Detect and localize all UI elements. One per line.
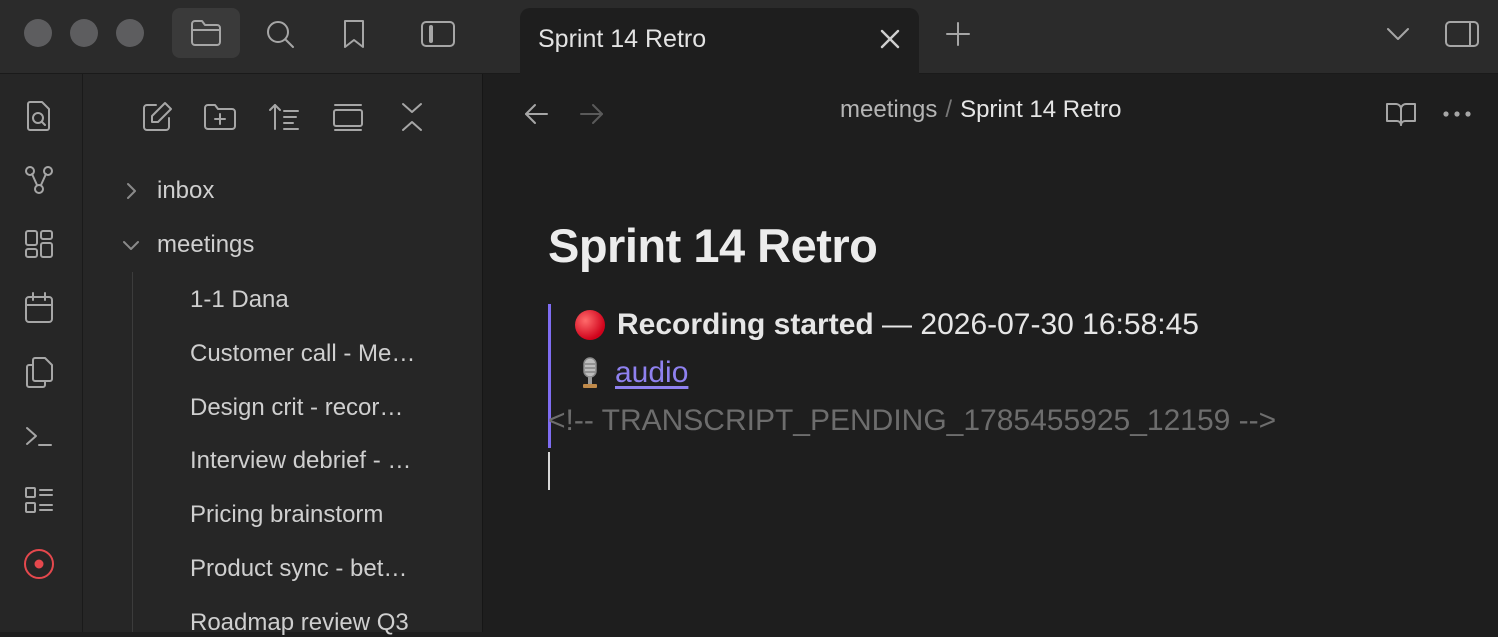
audio-link[interactable]: audio bbox=[615, 356, 688, 390]
record-audio-button[interactable] bbox=[21, 546, 57, 582]
arrow-left-icon bbox=[525, 104, 548, 124]
recording-dash: — bbox=[873, 308, 921, 341]
tree-guide-line bbox=[132, 272, 133, 632]
file-item[interactable]: Roadmap review Q3 bbox=[190, 609, 446, 637]
recording-label: Recording started bbox=[617, 308, 874, 341]
file-explorer: inbox meetings 1-1 Dana Customer call - … bbox=[83, 74, 483, 636]
plus-icon bbox=[946, 22, 970, 46]
new-folder-icon bbox=[204, 104, 236, 130]
ribbon bbox=[0, 74, 83, 632]
search-icon bbox=[267, 21, 294, 48]
collapse-all-button[interactable] bbox=[392, 97, 432, 137]
back-button[interactable] bbox=[518, 96, 554, 132]
title-bar: Sprint 14 Retro bbox=[0, 0, 1498, 74]
record-icon bbox=[24, 549, 54, 579]
collapse-all-icon bbox=[402, 103, 422, 131]
audio-line[interactable]: audio bbox=[575, 356, 688, 390]
folder-icon bbox=[191, 20, 221, 46]
microphone-icon bbox=[575, 356, 605, 390]
tab-sprint-14-retro[interactable]: Sprint 14 Retro bbox=[520, 8, 919, 74]
folder-inbox[interactable]: inbox bbox=[121, 171, 214, 211]
search-file-icon bbox=[27, 101, 50, 131]
red-circle-icon bbox=[575, 310, 605, 340]
graph-icon bbox=[25, 166, 53, 194]
zoom-window-button[interactable] bbox=[116, 19, 144, 47]
new-tab-button[interactable] bbox=[938, 14, 978, 54]
file-item[interactable]: Pricing brainstorm bbox=[190, 501, 446, 529]
collapse-view-icon bbox=[333, 104, 363, 131]
copy-icon bbox=[26, 357, 53, 388]
sort-icon bbox=[269, 104, 299, 130]
graph-view-button[interactable] bbox=[21, 162, 57, 198]
minimize-window-button[interactable] bbox=[70, 19, 98, 47]
breadcrumb-folder[interactable]: meetings bbox=[840, 96, 937, 123]
quick-switcher-button[interactable] bbox=[21, 98, 57, 134]
file-item[interactable]: Interview debrief - … bbox=[190, 447, 446, 475]
bookmark-icon bbox=[344, 20, 364, 48]
close-icon bbox=[880, 29, 900, 49]
chevron-down-icon bbox=[121, 235, 141, 255]
more-options-button[interactable] bbox=[1437, 96, 1477, 132]
calendar-icon bbox=[25, 292, 53, 323]
file-item[interactable]: 1-1 Dana bbox=[190, 286, 446, 314]
text-cursor bbox=[548, 452, 550, 490]
breadcrumb: meetings / Sprint 14 Retro bbox=[840, 96, 1121, 124]
templates-button[interactable] bbox=[21, 354, 57, 390]
terminal-icon bbox=[26, 427, 52, 446]
list-icon bbox=[25, 487, 53, 513]
new-folder-button[interactable] bbox=[200, 97, 240, 137]
breadcrumb-separator: / bbox=[945, 96, 953, 123]
new-note-button[interactable] bbox=[137, 97, 177, 137]
file-item[interactable]: Design crit - recor… bbox=[190, 394, 446, 422]
more-horizontal-icon bbox=[1443, 111, 1471, 117]
recording-time: 2026-07-30 16:58:45 bbox=[920, 308, 1199, 341]
files-tab-button[interactable] bbox=[172, 8, 240, 58]
toggle-left-sidebar-button[interactable] bbox=[416, 12, 460, 56]
new-note-icon bbox=[143, 102, 172, 131]
recording-line[interactable]: Recording started — 2026-07-30 16:58:45 bbox=[575, 308, 1199, 342]
chevron-right-icon bbox=[121, 181, 141, 201]
daily-note-button[interactable] bbox=[21, 290, 57, 326]
note-title[interactable]: Sprint 14 Retro bbox=[548, 218, 878, 273]
file-item[interactable]: Product sync - bet… bbox=[190, 555, 446, 583]
arrow-right-icon bbox=[580, 104, 603, 124]
sidebar-right-icon bbox=[1445, 21, 1479, 47]
tab-close-button[interactable] bbox=[875, 24, 905, 54]
command-palette-button[interactable] bbox=[21, 418, 57, 454]
reading-view-button[interactable] bbox=[1381, 96, 1421, 132]
sidebar-left-icon bbox=[421, 21, 455, 47]
outline-button[interactable] bbox=[21, 482, 57, 518]
bookmarks-button[interactable] bbox=[334, 12, 374, 56]
book-open-icon bbox=[1386, 103, 1416, 126]
transcript-pending-comment[interactable]: <!-- TRANSCRIPT_PENDING_1785455925_12159… bbox=[548, 404, 1276, 438]
canvas-button[interactable] bbox=[21, 226, 57, 262]
file-item[interactable]: Customer call - Me… bbox=[190, 340, 446, 368]
chevron-down-icon bbox=[1387, 28, 1409, 40]
toggle-right-sidebar-button[interactable] bbox=[1440, 12, 1484, 56]
folder-label: meetings bbox=[157, 231, 255, 258]
auto-reveal-button[interactable] bbox=[328, 97, 368, 137]
folder-label: inbox bbox=[157, 177, 215, 204]
tab-list-button[interactable] bbox=[1380, 16, 1416, 52]
sort-button[interactable] bbox=[264, 97, 304, 137]
folder-meetings[interactable]: meetings bbox=[121, 225, 254, 265]
editor-pane: meetings / Sprint 14 Retro Sprint 14 Retro… bbox=[483, 74, 1498, 632]
search-button[interactable] bbox=[258, 12, 302, 56]
tab-title: Sprint 14 Retro bbox=[538, 25, 707, 53]
canvas-icon bbox=[25, 230, 53, 258]
breadcrumb-current[interactable]: Sprint 14 Retro bbox=[960, 96, 1121, 123]
forward-button[interactable] bbox=[574, 96, 610, 132]
close-window-button[interactable] bbox=[24, 19, 52, 47]
